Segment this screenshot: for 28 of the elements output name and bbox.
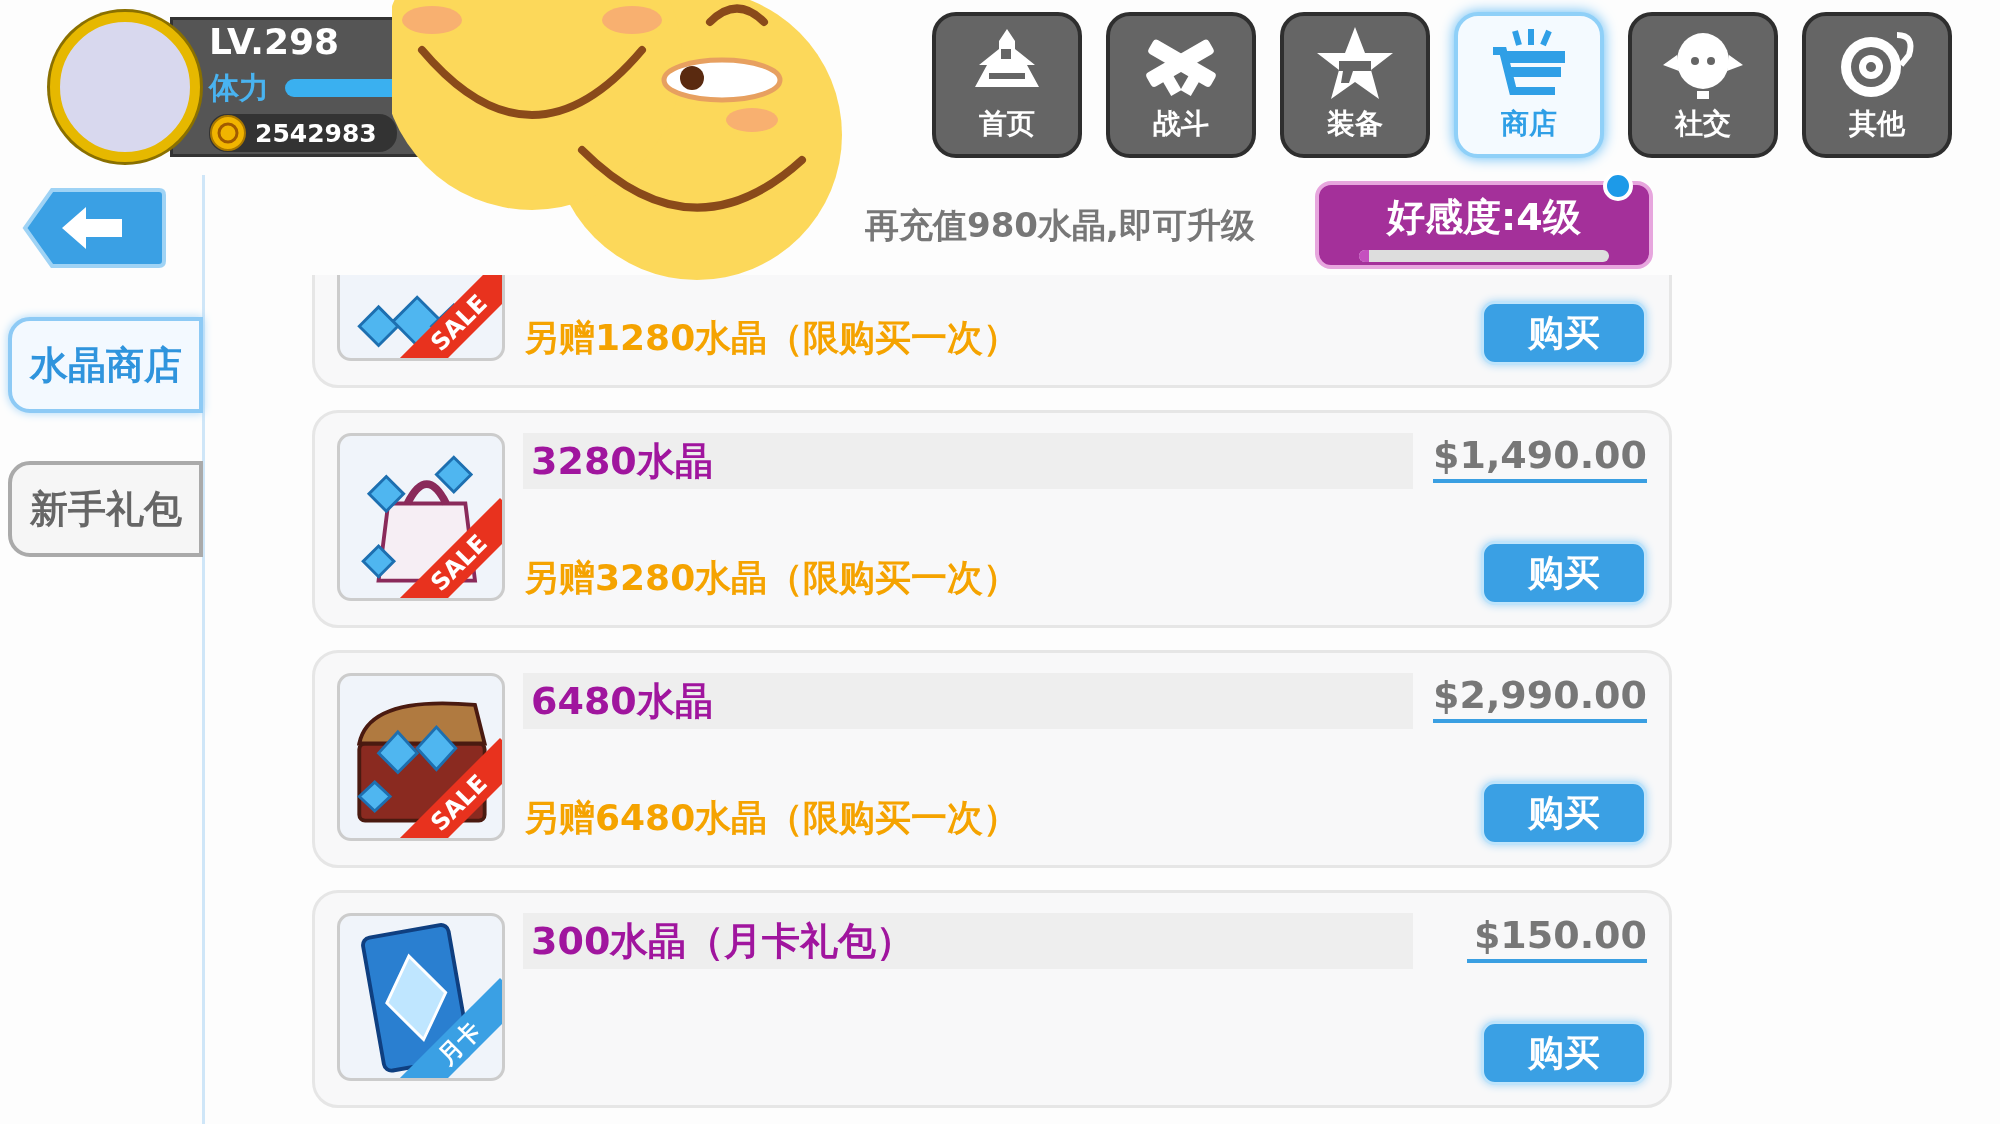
nav-tab[interactable]: 其他 bbox=[1802, 12, 1952, 158]
player-level: LV.298 bbox=[209, 21, 341, 62]
nav-tab[interactable]: 社交 bbox=[1628, 12, 1778, 158]
item-price: $2,990.00 bbox=[1433, 673, 1647, 723]
item-price: $150.00 bbox=[1467, 913, 1647, 963]
sidebar-tab[interactable]: 新手礼包 bbox=[8, 461, 203, 557]
nav-tab[interactable]: 装备 bbox=[1280, 12, 1430, 158]
buy-button[interactable]: 购买 bbox=[1481, 541, 1647, 605]
nav-tab[interactable]: 战斗 bbox=[1106, 12, 1256, 158]
buy-button[interactable]: 购买 bbox=[1481, 781, 1647, 845]
item-title: 300水晶（月卡礼包） bbox=[523, 913, 1413, 969]
buy-button[interactable]: 购买 bbox=[1481, 1021, 1647, 1085]
item-title: 3280水晶 bbox=[523, 433, 1413, 489]
coin-count: 2542983 bbox=[255, 117, 377, 150]
coin-icon bbox=[209, 114, 247, 153]
bonus-text: 另赠6480水晶（限购买一次） bbox=[523, 796, 1020, 840]
bonus-text: 另赠1280水晶（限购买一次） bbox=[523, 316, 1020, 360]
nav-tab[interactable]: 商店 bbox=[1454, 12, 1604, 158]
stamina-label: 体力 bbox=[209, 69, 269, 108]
item-price: $1,490.00 bbox=[1433, 433, 1647, 483]
sidebar-tab[interactable]: 水晶商店 bbox=[8, 317, 203, 413]
buy-button[interactable]: 购买 bbox=[1481, 301, 1647, 365]
favor-level: 好感度:4级 bbox=[1387, 193, 1581, 241]
item-title: 6480水晶 bbox=[523, 673, 1413, 729]
upgrade-notice: 再充值980水晶,即可升级 bbox=[865, 203, 1255, 247]
bonus-text: 另赠3280水晶（限购买一次） bbox=[523, 556, 1020, 600]
back-button[interactable] bbox=[22, 187, 167, 269]
nav-tab[interactable]: 首页 bbox=[932, 12, 1082, 158]
